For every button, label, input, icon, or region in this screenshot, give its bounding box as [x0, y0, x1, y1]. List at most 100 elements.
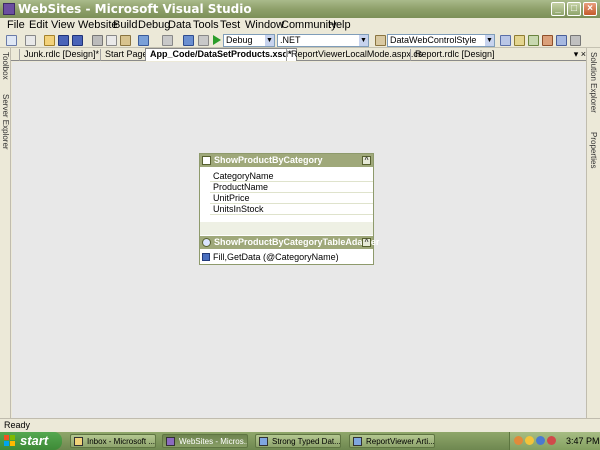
menu-help[interactable]: Help — [328, 19, 351, 31]
column-spacer — [200, 222, 373, 235]
menu-file[interactable]: File — [7, 19, 25, 31]
start-page-icon[interactable] — [556, 35, 567, 46]
menu-edit[interactable]: Edit — [29, 19, 48, 31]
find-in-files-icon[interactable] — [375, 35, 386, 46]
column-unitprice[interactable]: UnitPrice — [210, 193, 373, 204]
taskbar-item-strong-typed[interactable]: Strong Typed Dat... — [255, 434, 341, 448]
query-icon — [202, 253, 210, 261]
menu-data[interactable]: Data — [168, 19, 191, 31]
datatable-widget[interactable]: ShowProductByCategory ^ CategoryName Pro… — [199, 153, 379, 265]
menu-tools[interactable]: Tools — [193, 19, 219, 31]
taskbar-item-label: Inbox - Microsoft ... — [87, 437, 156, 446]
datatable-header[interactable]: ShowProductByCategory ^ — [200, 154, 373, 167]
taskbar-item-label: Strong Typed Dat... — [272, 437, 341, 446]
close-button[interactable]: × — [583, 2, 597, 16]
tableadapter-icon — [202, 238, 211, 247]
taskbar-item-label: WebSites - Micros... — [179, 437, 248, 446]
find-dropdown[interactable]: DataWebControlStyle ▼ — [387, 34, 495, 47]
configuration-value: Debug — [226, 35, 253, 45]
tab-dataset-products[interactable]: App_Code/DataSetProducts.xsd* — [145, 48, 297, 61]
messenger-icon[interactable] — [525, 436, 534, 445]
menu-window[interactable]: Window — [245, 19, 284, 31]
tab-junk-rdlc[interactable]: Junk.rdlc [Design]* — [19, 49, 103, 61]
visual-studio-icon — [166, 437, 175, 446]
object-browser-icon[interactable] — [528, 35, 539, 46]
collapse-icon[interactable]: ^ — [362, 238, 371, 247]
tab-report-rdlc[interactable]: Report.rdlc [Design] — [410, 49, 499, 61]
toolbox-icon[interactable] — [542, 35, 553, 46]
toolbar-options-icon[interactable] — [570, 35, 581, 46]
outlook-icon — [74, 437, 83, 446]
chevron-down-icon: ▼ — [359, 35, 368, 46]
tab-controls[interactable]: ▾ × — [574, 49, 586, 60]
table-icon — [202, 156, 211, 165]
save-icon[interactable] — [58, 35, 69, 46]
status-text: Ready — [4, 420, 31, 430]
find-value: DataWebControlStyle — [390, 35, 477, 45]
tab-reportviewer-localmode[interactable]: ReportViewerLocalMode.aspx.cs — [286, 49, 426, 61]
column-categoryname[interactable]: CategoryName — [210, 171, 373, 182]
save-all-icon[interactable] — [72, 35, 83, 46]
tab-start-page[interactable]: Start Page — [100, 49, 152, 61]
clock: 3:47 PM — [566, 436, 600, 446]
properties-icon[interactable] — [514, 35, 525, 46]
solution-platform-dropdown[interactable]: .NET ▼ — [277, 34, 369, 47]
query-text: Fill,GetData (@CategoryName) — [213, 252, 339, 262]
taskbar: start Inbox - Microsoft ... WebSites - M… — [0, 432, 600, 450]
taskbar-item-websites[interactable]: WebSites - Micros... — [162, 434, 248, 448]
start-button[interactable]: start — [0, 432, 62, 450]
start-debugging-icon[interactable] — [213, 35, 221, 45]
update-icon[interactable] — [547, 436, 556, 445]
tableadapter-name: ShowProductByCategoryTableAdapter — [214, 237, 380, 247]
menu-bar: File Edit View Website Build Debug Data … — [0, 18, 600, 32]
navigate-backward-icon[interactable] — [183, 35, 194, 46]
new-project-icon[interactable] — [6, 35, 17, 46]
datatable-name: ShowProductByCategory — [214, 155, 323, 165]
server-explorer-tab[interactable]: Server Explorer — [1, 94, 10, 150]
status-bar: Ready — [0, 418, 600, 432]
standard-toolbar: Debug ▼ .NET ▼ DataWebControlStyle ▼ — [0, 33, 600, 48]
solution-explorer-tab[interactable]: Solution Explorer — [589, 52, 598, 113]
menu-website[interactable]: Website — [78, 19, 118, 31]
window-icon — [353, 437, 362, 446]
toolbox-tab[interactable]: Toolbox — [1, 52, 10, 80]
open-folder-icon[interactable] — [44, 35, 55, 46]
add-item-icon[interactable] — [25, 35, 36, 46]
collapse-icon[interactable]: ^ — [362, 156, 371, 165]
left-dock: Toolbox Server Explorer — [0, 48, 11, 418]
menu-test[interactable]: Test — [220, 19, 240, 31]
right-dock: Solution Explorer Properties — [586, 48, 600, 418]
cut-icon[interactable] — [92, 35, 103, 46]
menu-debug[interactable]: Debug — [138, 19, 170, 31]
column-productname[interactable]: ProductName — [210, 182, 373, 193]
platform-value: .NET — [280, 35, 301, 45]
title-bar: WebSites - Microsoft Visual Studio _ □ × — [0, 0, 600, 18]
taskbar-item-inbox[interactable]: Inbox - Microsoft ... — [70, 434, 156, 448]
taskbar-item-reportviewer[interactable]: ReportViewer Arti... — [349, 434, 435, 448]
query-row[interactable]: Fill,GetData (@CategoryName) — [200, 251, 373, 263]
tableadapter-header[interactable]: ShowProductByCategoryTableAdapter ^ — [200, 236, 379, 249]
navigate-forward-icon[interactable] — [198, 35, 209, 46]
undo-icon[interactable] — [138, 35, 149, 46]
chevron-down-icon: ▼ — [485, 35, 494, 46]
window-title: WebSites - Microsoft Visual Studio — [18, 2, 252, 16]
column-unitsinstock[interactable]: UnitsInStock — [210, 204, 373, 215]
taskbar-item-label: ReportViewer Arti... — [366, 437, 435, 446]
solution-explorer-icon[interactable] — [500, 35, 511, 46]
network-icon[interactable] — [514, 436, 523, 445]
properties-tab[interactable]: Properties — [589, 132, 598, 168]
solution-configuration-dropdown[interactable]: Debug ▼ — [223, 34, 275, 47]
menu-build[interactable]: Build — [113, 19, 137, 31]
paste-icon[interactable] — [120, 35, 131, 46]
copy-icon[interactable] — [106, 35, 117, 46]
redo-icon[interactable] — [162, 35, 173, 46]
system-tray: 3:47 PM — [509, 432, 600, 450]
maximize-button[interactable]: □ — [567, 2, 581, 16]
window-icon — [259, 437, 268, 446]
start-label: start — [20, 433, 49, 448]
security-icon[interactable] — [536, 436, 545, 445]
minimize-button[interactable]: _ — [551, 2, 565, 16]
document-tabs: Junk.rdlc [Design]* Start Page App_Code/… — [11, 48, 586, 61]
menu-view[interactable]: View — [51, 19, 75, 31]
windows-logo-icon — [4, 435, 16, 447]
